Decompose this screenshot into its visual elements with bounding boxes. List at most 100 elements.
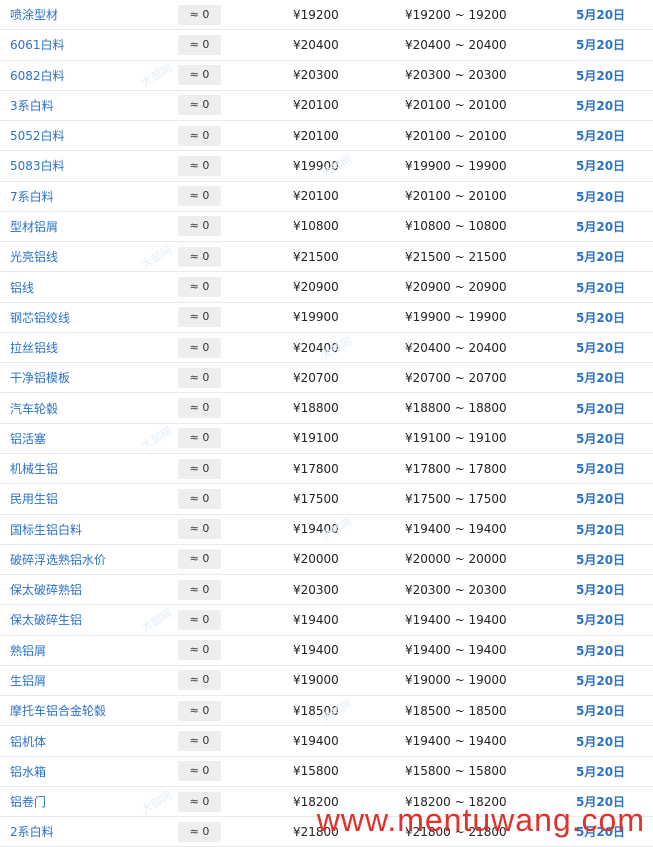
- table-row: 破碎浮选熟铝水价 ≈ 0 ¥20000 ¥20000 ~ 20000 5月20日: [0, 545, 653, 576]
- date-link[interactable]: 5月20日: [576, 97, 625, 114]
- table-row: 6061白料 ≈ 0 ¥20400 ¥20400 ~ 20400 5月20日: [0, 30, 653, 61]
- date-link[interactable]: 5月20日: [576, 672, 625, 689]
- price-value: ¥20300: [293, 68, 339, 83]
- material-name-link[interactable]: 铝机体: [10, 733, 46, 750]
- date-link[interactable]: 5月20日: [576, 460, 625, 477]
- material-name-link[interactable]: 干净铝模板: [10, 369, 70, 386]
- change-badge: ≈ 0: [178, 4, 221, 25]
- change-badge: ≈ 0: [178, 488, 221, 509]
- material-name-link[interactable]: 拉丝铝线: [10, 339, 58, 356]
- material-name-link[interactable]: 光亮铝线: [10, 248, 58, 265]
- date-link[interactable]: 5月20日: [576, 702, 625, 719]
- material-name-link[interactable]: 铝卷门: [10, 793, 46, 810]
- date-link[interactable]: 5月20日: [576, 551, 625, 568]
- date-link[interactable]: 5月20日: [576, 369, 625, 386]
- table-row: 光亮铝线 ≈ 0 ¥21500 ¥21500 ~ 21500 5月20日 大部网: [0, 242, 653, 273]
- table-row: 机械生铝 ≈ 0 ¥17800 ¥17800 ~ 17800 5月20日: [0, 454, 653, 485]
- change-badge: ≈ 0: [178, 125, 221, 146]
- change-badge: ≈ 0: [178, 155, 221, 176]
- price-range: ¥21500 ~ 21500: [405, 249, 507, 264]
- price-value: ¥21800: [293, 824, 339, 839]
- table-row: 5052白料 ≈ 0 ¥20100 ¥20100 ~ 20100 5月20日: [0, 121, 653, 152]
- date-link[interactable]: 5月20日: [576, 218, 625, 235]
- material-name-link[interactable]: 摩托车铝合金轮毂: [10, 702, 106, 719]
- date-link[interactable]: 5月20日: [576, 400, 625, 417]
- table-row: 钢芯铝绞线 ≈ 0 ¥19900 ¥19900 ~ 19900 5月20日: [0, 303, 653, 333]
- material-name-link[interactable]: 机械生铝: [10, 460, 58, 477]
- faint-watermark: 大部网: [139, 61, 175, 90]
- change-badge: ≈ 0: [178, 367, 221, 388]
- material-name-link[interactable]: 喷涂型材: [10, 6, 58, 23]
- material-name-link[interactable]: 6082白料: [10, 67, 65, 84]
- price-range: ¥20300 ~ 20300: [405, 582, 507, 597]
- material-name-link[interactable]: 6061白料: [10, 36, 65, 53]
- price-value: ¥18200: [293, 794, 339, 809]
- material-name-link[interactable]: 型材铝屑: [10, 218, 58, 235]
- date-link[interactable]: 5月20日: [576, 309, 625, 326]
- date-link[interactable]: 5月20日: [576, 430, 625, 447]
- table-row: 干净铝模板 ≈ 0 ¥20700 ¥20700 ~ 20700 5月20日: [0, 363, 653, 394]
- price-value: ¥17500: [293, 491, 339, 506]
- material-name-link[interactable]: 保太破碎生铝: [10, 611, 82, 628]
- date-link[interactable]: 5月20日: [576, 67, 625, 84]
- material-name-link[interactable]: 5083白料: [10, 157, 65, 174]
- table-row: 保太破碎熟铝 ≈ 0 ¥20300 ¥20300 ~ 20300 5月20日: [0, 575, 653, 606]
- date-link[interactable]: 5月20日: [576, 763, 625, 780]
- change-badge: ≈ 0: [178, 761, 221, 782]
- material-name-link[interactable]: 汽车轮毂: [10, 400, 58, 417]
- date-link[interactable]: 5月20日: [576, 248, 625, 265]
- date-link[interactable]: 5月20日: [576, 733, 625, 750]
- date-link[interactable]: 5月20日: [576, 6, 625, 23]
- material-name-link[interactable]: 铝水箱: [10, 763, 46, 780]
- change-badge: ≈ 0: [178, 337, 221, 358]
- date-link[interactable]: 5月20日: [576, 793, 625, 810]
- price-range: ¥20900 ~ 20900: [405, 280, 507, 295]
- price-range: ¥21800 ~ 21800: [405, 824, 507, 839]
- date-link[interactable]: 5月20日: [576, 157, 625, 174]
- change-badge: ≈ 0: [178, 549, 221, 570]
- date-link[interactable]: 5月20日: [576, 127, 625, 144]
- price-value: ¥19400: [293, 522, 339, 537]
- price-range: ¥18200 ~ 18200: [405, 794, 507, 809]
- material-name-link[interactable]: 2系白料: [10, 823, 54, 840]
- date-link[interactable]: 5月20日: [576, 36, 625, 53]
- date-link[interactable]: 5月20日: [576, 339, 625, 356]
- price-range: ¥19400 ~ 19400: [405, 734, 507, 748]
- date-link[interactable]: 5月20日: [576, 823, 625, 840]
- price-value: ¥19900: [293, 158, 339, 173]
- material-name-link[interactable]: 国标生铝白料: [10, 521, 82, 538]
- material-name-link[interactable]: 5052白料: [10, 127, 65, 144]
- material-name-link[interactable]: 保太破碎熟铝: [10, 581, 82, 598]
- price-range: ¥19900 ~ 19900: [405, 158, 507, 173]
- table-row: 铝卷门 ≈ 0 ¥18200 ¥18200 ~ 18200 5月20日 大部网: [0, 787, 653, 818]
- date-link[interactable]: 5月20日: [576, 581, 625, 598]
- price-value: ¥19900: [293, 310, 339, 325]
- change-badge: ≈ 0: [178, 821, 221, 842]
- date-link[interactable]: 5月20日: [576, 521, 625, 538]
- material-name-link[interactable]: 3系白料: [10, 97, 54, 114]
- material-name-link[interactable]: 破碎浮选熟铝水价: [10, 551, 106, 568]
- date-link[interactable]: 5月20日: [576, 611, 625, 628]
- change-badge: ≈ 0: [178, 640, 221, 661]
- change-badge: ≈ 0: [178, 186, 221, 207]
- material-name-link[interactable]: 铝活塞: [10, 430, 46, 447]
- date-link[interactable]: 5月20日: [576, 279, 625, 296]
- price-table: 喷涂型材 ≈ 0 ¥19200 ¥19200 ~ 19200 5月20日 6061白料 ≈ …: [0, 0, 653, 847]
- material-name-link[interactable]: 生铝屑: [10, 672, 46, 689]
- change-badge: ≈ 0: [178, 65, 221, 86]
- price-value: ¥19100: [293, 431, 339, 446]
- faint-watermark: 大部网: [139, 243, 175, 272]
- price-range: ¥10800 ~ 10800: [405, 219, 507, 234]
- price-value: ¥20100: [293, 98, 339, 113]
- date-link[interactable]: 5月20日: [576, 188, 625, 205]
- material-name-link[interactable]: 熟铝屑: [10, 642, 46, 659]
- material-name-link[interactable]: 钢芯铝绞线: [10, 309, 70, 326]
- material-name-link[interactable]: 铝线: [10, 279, 34, 296]
- material-name-link[interactable]: 7系白料: [10, 188, 54, 205]
- date-link[interactable]: 5月20日: [576, 642, 625, 659]
- price-range: ¥15800 ~ 15800: [405, 764, 507, 779]
- material-name-link[interactable]: 民用生铝: [10, 490, 58, 507]
- price-range: ¥19400 ~ 19400: [405, 612, 507, 627]
- date-link[interactable]: 5月20日: [576, 490, 625, 507]
- table-row: 摩托车铝合金轮毂 ≈ 0 ¥18500 ¥18500 ~ 18500 5月20日 大部网: [0, 696, 653, 727]
